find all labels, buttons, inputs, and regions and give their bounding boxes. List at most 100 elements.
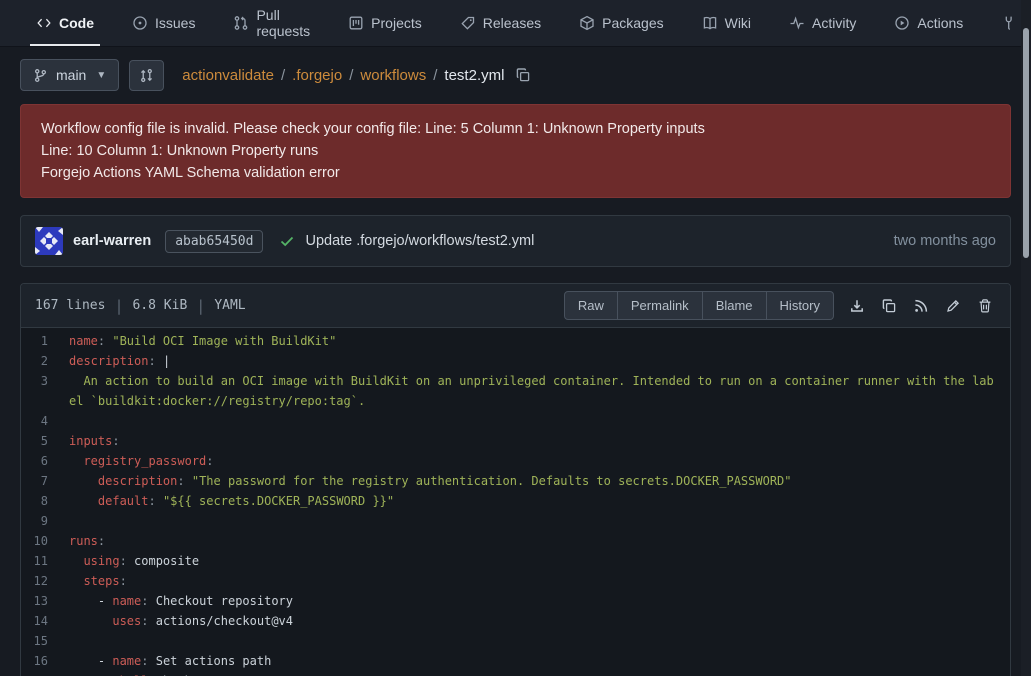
line-number[interactable]: 14 <box>21 611 69 631</box>
history-button[interactable]: History <box>767 291 834 320</box>
page-scrollbar-thumb[interactable] <box>1023 28 1029 258</box>
tab-code[interactable]: Code <box>24 0 106 46</box>
tab-label: Code <box>59 15 94 31</box>
line-number[interactable]: 1 <box>21 331 69 351</box>
page-scrollbar-track[interactable] <box>1021 0 1031 676</box>
branch-selector[interactable]: main ▼ <box>20 59 119 91</box>
raw-button[interactable]: Raw <box>564 291 618 320</box>
file-view: 167 lines | 6.8 KiB | YAML RawPermalinkB… <box>20 283 1011 676</box>
line-number[interactable]: 13 <box>21 591 69 611</box>
line-content: inputs: <box>69 431 1010 451</box>
tab-pull-requests[interactable]: Pull requests <box>221 0 322 46</box>
line-content: description: | <box>69 351 1010 371</box>
line-content: default: "${{ secrets.DOCKER_PASSWORD }}… <box>69 491 1010 511</box>
line-number[interactable]: 17 <box>21 671 69 676</box>
breadcrumb-link-workflows[interactable]: workflows <box>360 67 426 84</box>
tab-label: Packages <box>602 15 663 31</box>
code-line: 15 <box>21 631 1010 651</box>
book-icon <box>702 15 718 31</box>
avatar[interactable] <box>35 227 63 255</box>
line-number[interactable]: 9 <box>21 511 69 531</box>
tag-icon <box>460 15 476 31</box>
branch-name: main <box>56 67 86 83</box>
download-icon[interactable] <box>844 293 870 319</box>
tab-label: Projects <box>371 15 422 31</box>
compare-icon <box>139 68 154 83</box>
file-language: YAML <box>214 298 245 313</box>
code-line: 16 - name: Set actions path <box>21 651 1010 671</box>
code-line: 5inputs: <box>21 431 1010 451</box>
line-number[interactable]: 5 <box>21 431 69 451</box>
line-content: registry_password: <box>69 451 1010 471</box>
line-number[interactable]: 7 <box>21 471 69 491</box>
line-number[interactable]: 12 <box>21 571 69 591</box>
error-line: Forgejo Actions YAML Schema validation e… <box>41 162 990 184</box>
commit-message[interactable]: Update .forgejo/workflows/test2.yml <box>305 233 534 249</box>
package-icon <box>579 15 595 31</box>
line-content: description: "The password for the regis… <box>69 471 1010 491</box>
pulse-icon <box>789 15 805 31</box>
settings-icon <box>1001 15 1017 31</box>
commit-hash[interactable]: abab65450d <box>165 230 263 253</box>
error-line: Workflow config file is invalid. Please … <box>41 118 990 140</box>
commit-status-check-icon[interactable] <box>279 233 295 249</box>
tab-wiki[interactable]: Wiki <box>690 0 763 46</box>
copy-path-icon[interactable] <box>515 67 531 83</box>
line-number[interactable]: 16 <box>21 651 69 671</box>
breadcrumb-separator: / <box>433 67 437 84</box>
line-number[interactable]: 4 <box>21 411 69 431</box>
line-number[interactable]: 15 <box>21 631 69 651</box>
line-number[interactable]: 3 <box>21 371 69 411</box>
breadcrumb-link-actionvalidate[interactable]: actionvalidate <box>182 67 274 84</box>
code-line: 3 An action to build an OCI image with B… <box>21 371 1010 411</box>
line-content: - name: Set actions path <box>69 651 1010 671</box>
file-info: 167 lines | 6.8 KiB | YAML <box>35 297 246 315</box>
tab-releases[interactable]: Releases <box>448 0 553 46</box>
breadcrumb-separator: / <box>281 67 285 84</box>
code-line: 14 uses: actions/checkout@v4 <box>21 611 1010 631</box>
tab-actions[interactable]: Actions <box>882 0 975 46</box>
line-content <box>69 511 1010 531</box>
code-line: 11 using: composite <box>21 551 1010 571</box>
code-line: 1name: "Build OCI Image with BuildKit" <box>21 331 1010 351</box>
issue-icon <box>132 15 148 31</box>
breadcrumb-separator: / <box>349 67 353 84</box>
repo-page: main ▼ actionvalidate / .forgejo / workflows… <box>0 47 1031 676</box>
git-branch-icon <box>33 68 48 83</box>
delete-icon[interactable] <box>972 293 998 319</box>
line-content: steps: <box>69 571 1010 591</box>
copy-icon[interactable] <box>876 293 902 319</box>
line-number[interactable]: 2 <box>21 351 69 371</box>
tab-issues[interactable]: Issues <box>120 0 207 46</box>
permalink-button[interactable]: Permalink <box>618 291 703 320</box>
tab-label: Wiki <box>725 15 751 31</box>
line-content: uses: actions/checkout@v4 <box>69 611 1010 631</box>
commit-author[interactable]: earl-warren <box>73 233 151 249</box>
rss-icon[interactable] <box>908 293 934 319</box>
breadcrumb: actionvalidate / .forgejo / workflows / test2.… <box>182 67 531 84</box>
code-line: 10runs: <box>21 531 1010 551</box>
line-content <box>69 411 1010 431</box>
tab-projects[interactable]: Projects <box>336 0 434 46</box>
code-line: 9 <box>21 511 1010 531</box>
tab-packages[interactable]: Packages <box>567 0 675 46</box>
line-content: An action to build an OCI image with Bui… <box>69 371 1010 411</box>
edit-icon[interactable] <box>940 293 966 319</box>
line-content: shell: bash <box>69 671 1010 676</box>
breadcrumb-current-file: test2.yml <box>444 67 504 84</box>
line-number[interactable]: 8 <box>21 491 69 511</box>
view-mode-buttons: RawPermalinkBlameHistory <box>564 291 834 320</box>
pull-request-icon <box>233 15 249 31</box>
branch-row: main ▼ actionvalidate / .forgejo / workflows… <box>20 57 1011 93</box>
tab-label: Pull requests <box>256 7 310 39</box>
error-line: Line: 10 Column 1: Unknown Property runs <box>41 140 990 162</box>
file-actions: RawPermalinkBlameHistory <box>564 291 998 320</box>
line-number[interactable]: 10 <box>21 531 69 551</box>
blame-button[interactable]: Blame <box>703 291 767 320</box>
compare-branches-button[interactable] <box>129 60 164 91</box>
breadcrumb-link--forgejo[interactable]: .forgejo <box>292 67 342 84</box>
code-line: 7 description: "The password for the reg… <box>21 471 1010 491</box>
tab-activity[interactable]: Activity <box>777 0 868 46</box>
line-number[interactable]: 6 <box>21 451 69 471</box>
line-number[interactable]: 11 <box>21 551 69 571</box>
